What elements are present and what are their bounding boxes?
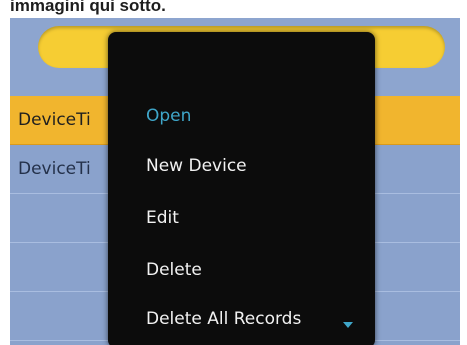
- menu-item-delete[interactable]: Delete: [146, 260, 202, 280]
- menu-item-delete-all-records[interactable]: Delete All Records: [146, 309, 301, 329]
- list-item-label: DeviceTi: [18, 110, 91, 130]
- chevron-down-icon[interactable]: [343, 322, 353, 328]
- device-screen: DeviceTi DeviceTi Open New Device Edit D…: [10, 18, 460, 345]
- caption-text: immagini qui sotto.: [10, 0, 166, 15]
- context-menu: Open New Device Edit Delete Delete All R…: [108, 32, 375, 345]
- menu-item-open[interactable]: Open: [146, 106, 191, 126]
- menu-item-new-device[interactable]: New Device: [146, 156, 247, 176]
- menu-item-edit[interactable]: Edit: [146, 208, 179, 228]
- list-item-label: DeviceTi: [18, 159, 91, 179]
